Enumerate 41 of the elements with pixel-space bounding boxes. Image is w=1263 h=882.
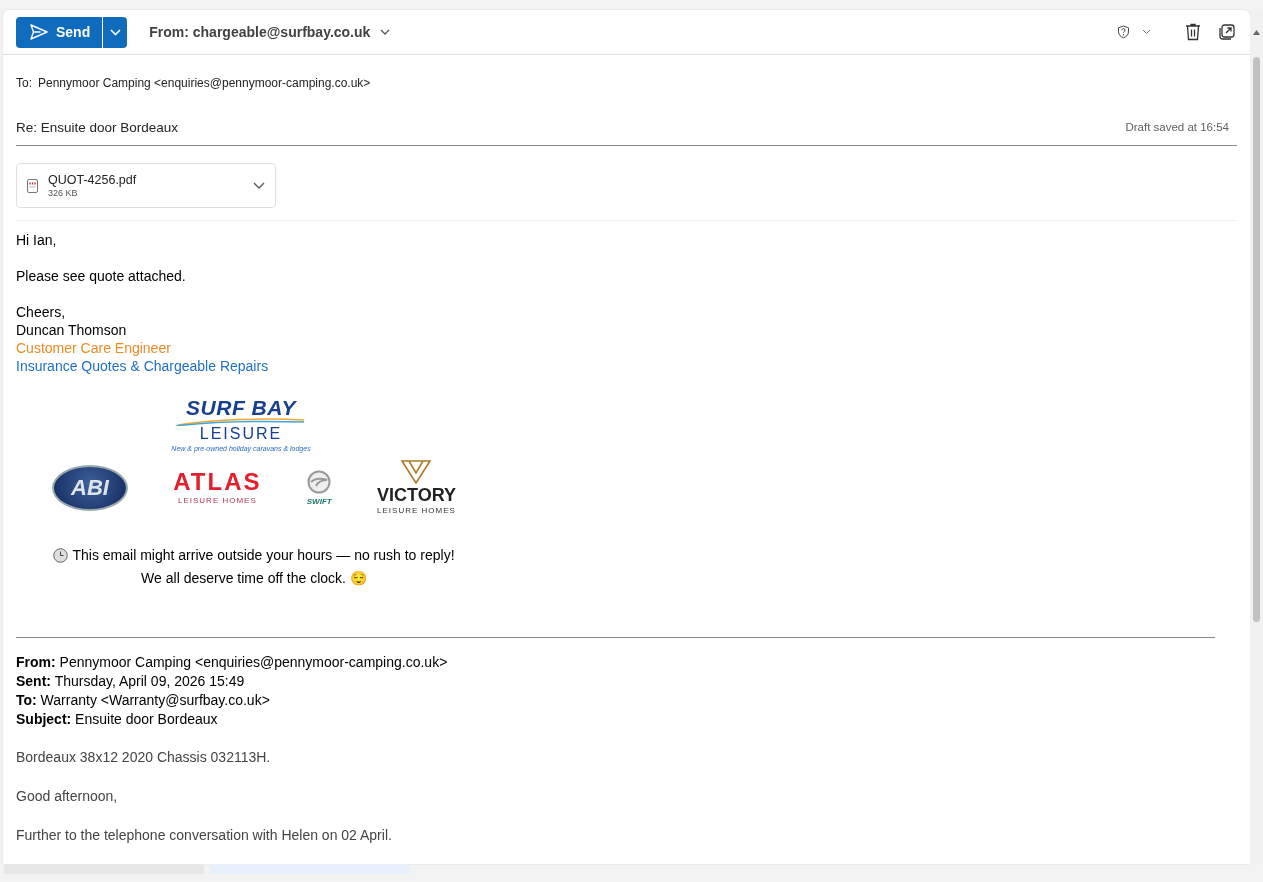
from-selector[interactable]: From: chargeable@surfbay.co.uk (143, 20, 397, 44)
quoted-text: Good afternoon, (16, 787, 119, 806)
attachment-size: 326 KB (48, 187, 79, 198)
victory-logo: VICTORY LEISURE HOMES (376, 460, 456, 515)
shield-question-icon (1117, 25, 1130, 39)
signature-title: Customer Care Engineer (16, 339, 172, 357)
chevron-down-icon (1142, 29, 1151, 35)
signature-name: Duncan Thomson (16, 321, 128, 339)
delete-button[interactable] (1183, 21, 1203, 43)
pop-out-icon (1219, 24, 1235, 40)
sensitivity-button[interactable] (1115, 23, 1153, 41)
abi-logo: ABI (52, 464, 128, 511)
body-text: Please see quote attached. (16, 267, 187, 285)
clock-icon (53, 548, 69, 563)
trash-icon (1185, 23, 1201, 41)
quoted-text: Further to the telephone conversation with Helen on 02 April. (16, 826, 393, 845)
quoted-header-line: From: Pennymoor Camping <enquiries@pennymoor-camping.co.uk> (16, 653, 449, 672)
pop-out-button[interactable] (1217, 22, 1237, 42)
chevron-down-icon[interactable] (253, 181, 265, 190)
notice-text: We all deserve time off the clock. 😌 (141, 569, 367, 588)
to-label: To: (16, 75, 32, 92)
quoted-header-line: To: Warranty <Warranty@surfbay.co.uk> (16, 691, 271, 710)
swift-logo: SWIFT (306, 469, 332, 506)
notice-text: This email might arrive outside your hours — no rush to reply! (72, 546, 455, 565)
attachment-card[interactable]: QUOT-4256.pdf 326 KB (16, 163, 276, 208)
signoff-text: Cheers, (16, 303, 67, 321)
scroll-up-icon[interactable] (1253, 30, 1260, 35)
pdf-file-icon (27, 178, 38, 193)
draft-status: Draft saved at 16:54 (1125, 120, 1230, 136)
greeting-text: Hi Ian, (16, 231, 58, 249)
signature-department: Insurance Quotes & Chargeable Repairs (16, 357, 270, 375)
recipient[interactable]: Pennymoor Camping <enquiries@pennymoor-camping.co.uk> (38, 74, 371, 92)
quoted-text: Bordeaux 38x12 2020 Chassis 032113H. (16, 748, 272, 767)
quoted-header-line: Subject: Ensuite door Bordeaux (16, 710, 219, 729)
quoted-header-line: Sent: Thursday, April 09, 2026 15:49 (16, 672, 246, 691)
subject-field[interactable]: Re: Ensuite door Bordeaux (16, 117, 179, 139)
attachment-name: QUOT-4256.pdf (48, 173, 137, 188)
chevron-down-icon (109, 28, 121, 36)
send-icon (30, 24, 48, 40)
atlas-logo: ATLAS LEISURE HOMES (173, 470, 262, 505)
chevron-down-icon (380, 29, 391, 35)
